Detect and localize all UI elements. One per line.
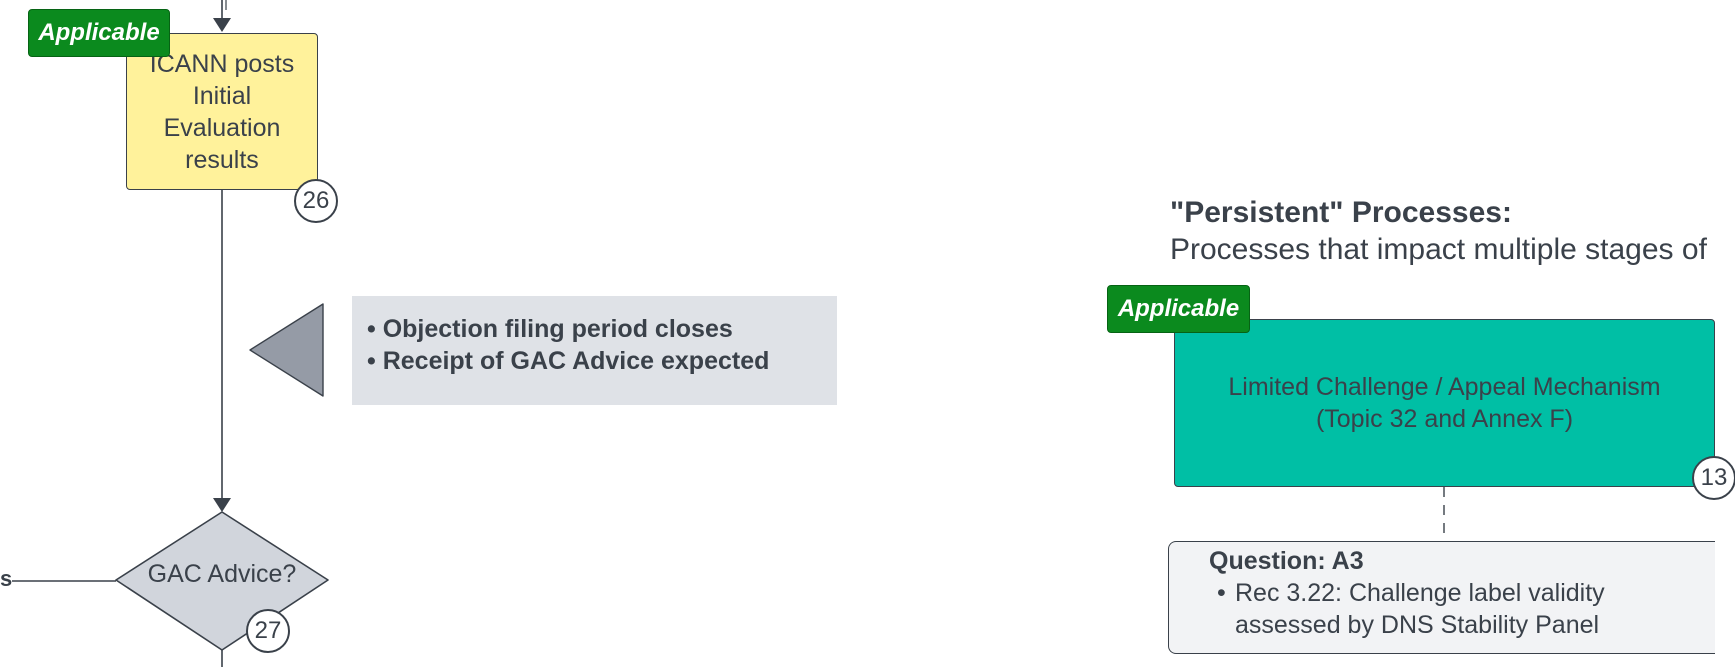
- persistent-subtitle: Processes that impact multiple stages of: [1170, 233, 1707, 266]
- persistent-title: "Persistent" Processes:: [1170, 196, 1512, 229]
- applicable-badge-left-label: Applicable: [38, 19, 160, 46]
- milestone-text: Receipt of GAC Advice expected: [382, 347, 770, 375]
- step-26-number: 26: [302, 187, 330, 214]
- applicable-badge-right: Applicable: [1107, 285, 1250, 333]
- question-item: • Rec 3.22: Challenge label validity ass…: [1209, 577, 1715, 641]
- process-13-number: 13: [1700, 464, 1728, 491]
- process-13-number-circle: 13: [1692, 456, 1735, 500]
- applicable-badge-left: Applicable: [28, 9, 170, 57]
- step-27-number: 27: [254, 617, 282, 644]
- milestone-pointer-triangle: [249, 303, 324, 397]
- milestones-note: • Objection filing period closes • Recei…: [352, 296, 837, 405]
- question-item-text: Rec 3.22: Challenge label validity asses…: [1235, 579, 1605, 639]
- step-27-label: GAC Advice?: [147, 560, 297, 588]
- step-27-number-circle: 27: [246, 609, 290, 653]
- applicable-badge-right-label: Applicable: [1117, 295, 1240, 322]
- milestone-item: • Objection filing period closes: [367, 315, 733, 343]
- bullet-icon: •: [1217, 579, 1226, 607]
- process-13-line2: (Topic 32 and Annex F): [1315, 405, 1574, 433]
- question-title: Question: A3: [1209, 547, 1364, 575]
- process-13-box: Limited Challenge / Appeal Mechanism (To…: [1174, 319, 1715, 487]
- milestone-item: • Receipt of GAC Advice expected: [367, 347, 770, 375]
- step-26-text: ICANN posts Initial Evaluation results: [149, 49, 295, 174]
- question-card: Question: A3 • Rec 3.22: Challenge label…: [1168, 541, 1715, 654]
- edge-label-fragment: s: [0, 566, 13, 591]
- step-26-number-circle: 26: [294, 179, 338, 223]
- milestone-text: Objection filing period closes: [382, 315, 733, 343]
- persistent-heading: "Persistent" Processes: Processes that i…: [1170, 195, 1707, 269]
- process-13-line1: Limited Challenge / Appeal Mechanism: [1228, 373, 1661, 401]
